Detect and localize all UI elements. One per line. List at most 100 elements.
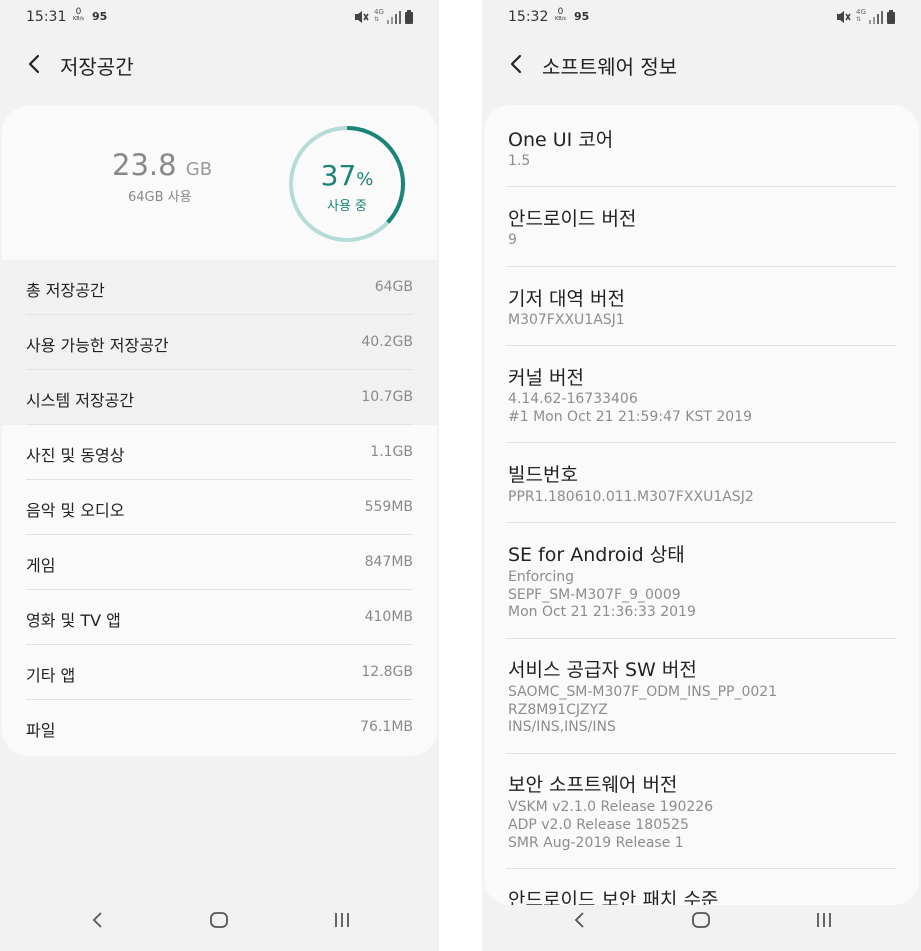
storage-row-video-apps[interactable]: 영화 및 TV 앱 410MB [2,590,437,645]
storage-card: 23.8 GB 64GB 사용 37% 사용 중 총 저장공간 64GB 사용 … [2,106,437,756]
used-amount: 23.8 [112,148,177,182]
row-value: 1.1GB [370,444,413,460]
info-line: SAOMC_SM-M307F_ODM_INS_PP_0021 [508,684,778,700]
info-divider [506,266,897,267]
info-divider [506,753,897,754]
status-bar: 15:32 0 KB/s 95 4G ⇅ [482,0,921,34]
info-line: 4.14.62-16733406 [508,391,638,407]
home-nav-icon[interactable] [207,908,231,932]
navigation-bar [0,891,439,951]
storage-row-total[interactable]: 총 저장공간 64GB [2,260,437,315]
info-label: 기저 대역 버전 [508,288,625,310]
storage-screen: 15:31 0 KB/s 95 4G ⇅ 저장공간 23.8 GB 64GB 사용 [0,0,439,951]
row-value: 10.7GB [361,389,413,405]
row-value: 559MB [364,499,413,515]
info-line: Mon Oct 21 21:36:33 2019 [508,604,696,620]
info-line: SMR Aug-2019 Release 1 [508,835,684,851]
network-speed-unit: KB/s [555,16,566,22]
row-label: 음악 및 오디오 [26,501,125,520]
mute-icon [837,11,851,23]
storage-row-photos[interactable]: 사진 및 동영상 1.1GB [2,425,437,480]
row-value: 76.1MB [360,719,413,735]
network-speed: 0 KB/s [73,8,84,23]
4g-icon: 4G ⇅ [374,8,384,24]
row-label: 게임 [26,556,56,575]
back-arrow-icon[interactable] [508,53,524,75]
row-label: 시스템 저장공간 [26,391,135,410]
status-icons: 4G ⇅ [353,8,415,24]
info-divider [506,868,897,869]
navigation-bar [482,891,921,951]
storage-row-available[interactable]: 사용 가능한 저장공간 40.2GB [2,315,437,370]
storage-row-other-apps[interactable]: 기타 앱 12.8GB [2,645,437,700]
info-label: SE for Android 상태 [508,544,685,566]
battery-icon [887,10,895,24]
home-nav-icon[interactable] [689,908,713,932]
mute-icon [355,11,369,23]
back-nav-icon[interactable] [568,908,592,932]
used-unit: GB [185,159,213,180]
info-line: 9 [508,232,517,248]
battery-icon [405,10,413,24]
info-line: M307FXXU1ASJ1 [508,312,625,328]
info-divider [506,442,897,443]
storage-row-files[interactable]: 파일 76.1MB [2,700,437,755]
storage-row-games[interactable]: 게임 847MB [2,535,437,590]
row-value: 64GB [374,279,413,295]
network-type: 4G [374,8,384,16]
info-line: ADP v2.0 Release 180525 [508,817,689,833]
page-title: 저장공간 [60,55,134,79]
usage-ring: 37% 사용 중 [285,122,409,246]
info-divider [506,186,897,187]
row-value: 40.2GB [361,334,413,350]
capacity-caption: 64GB 사용 [128,190,192,205]
network-speed: 0 KB/s [555,8,566,23]
info-divider [506,345,897,346]
info-line: #1 Mon Oct 21 21:59:47 KST 2019 [508,409,753,425]
storage-row-system[interactable]: 시스템 저장공간 10.7GB [2,370,437,425]
storage-row-audio[interactable]: 음악 및 오디오 559MB [2,480,437,535]
row-value: 12.8GB [361,664,413,680]
info-divider [506,522,897,523]
info-label: 커널 버전 [508,367,584,389]
app-bar: 소프트웨어 정보 [482,40,921,88]
row-label: 사용 가능한 저장공간 [26,336,169,355]
recents-nav-icon[interactable] [330,908,354,932]
page-title: 소프트웨어 정보 [542,55,678,79]
info-label: 빌드번호 [508,464,578,486]
info-label: 보안 소프트웨어 버전 [508,774,678,796]
row-label: 기타 앱 [26,666,76,685]
back-arrow-icon[interactable] [26,53,42,75]
info-line: SEPF_SM-M307F_9_0009 [508,587,681,603]
signal-icon [869,11,883,24]
info-line: PPR1.180610.011.M307FXXU1ASJ2 [508,489,754,505]
row-value: 410MB [364,609,413,625]
row-label: 영화 및 TV 앱 [26,611,121,630]
usage-percent: 37% [285,159,409,192]
percent-sign: % [356,169,374,190]
network-type: 4G [856,8,866,16]
info-label: 서비스 공급자 SW 버전 [508,659,697,681]
percent-number: 37 [320,159,357,192]
row-label: 사진 및 동영상 [26,446,125,465]
status-bar: 15:31 0 KB/s 95 4G ⇅ [0,0,439,34]
info-line: 1.5 [508,153,531,169]
row-value: 847MB [364,554,413,570]
storage-summary: 23.8 GB 64GB 사용 37% 사용 중 [2,106,437,260]
battery-level: 95 [92,10,108,23]
row-label: 총 저장공간 [26,281,105,300]
recents-nav-icon[interactable] [812,908,836,932]
software-info-screen: 15:32 0 KB/s 95 4G ⇅ 소프트웨어 정보 One UI 코어 1.… [482,0,921,951]
info-line: INS/INS,INS/INS [508,719,616,735]
used-storage-value: 23.8 GB [112,148,212,182]
info-label: 안드로이드 버전 [508,208,637,230]
info-divider [506,638,897,639]
network-speed-unit: KB/s [73,16,84,22]
back-nav-icon[interactable] [86,908,110,932]
4g-icon: 4G ⇅ [856,8,866,24]
info-label: One UI 코어 [508,129,614,151]
status-time: 15:31 [26,9,67,25]
info-line: VSKM v2.1.0 Release 190226 [508,799,714,815]
signal-icon [387,11,401,24]
status-time: 15:32 [508,9,549,25]
